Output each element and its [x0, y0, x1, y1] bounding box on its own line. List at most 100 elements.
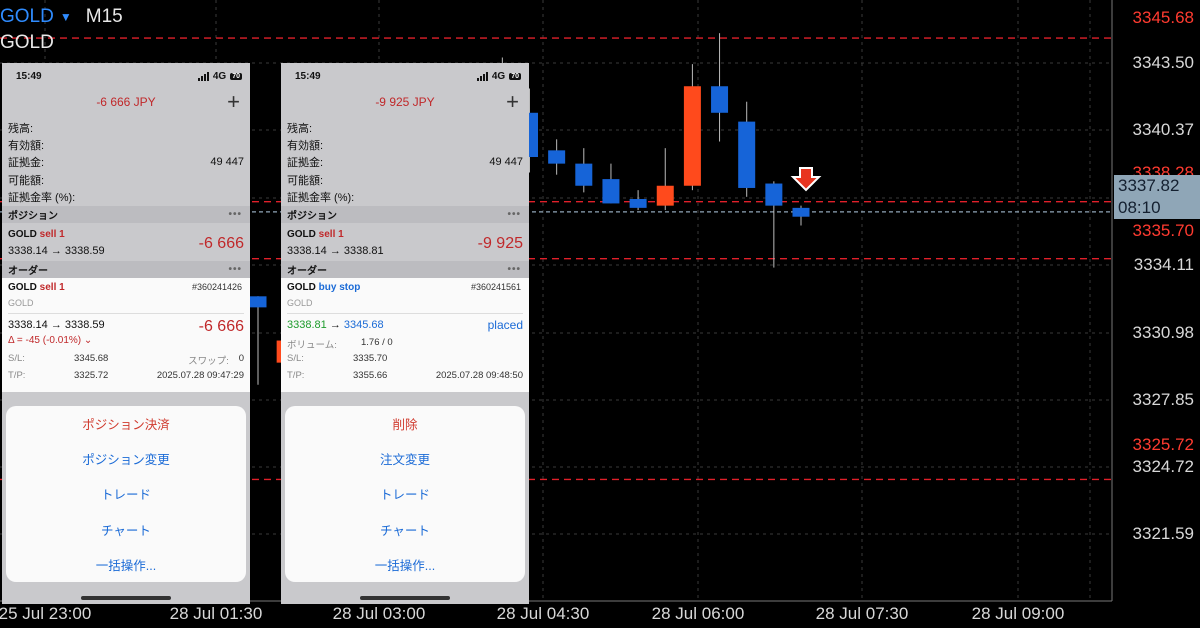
more-icon[interactable]: •••	[507, 209, 521, 220]
action-sheet: ポジション決済 ポジション変更 トレード チャート 一括操作...	[6, 406, 246, 582]
open-price: 3338.14	[8, 318, 48, 331]
bar-countdown: 08:10	[1114, 197, 1200, 219]
margin-value: 49 447	[489, 156, 523, 169]
position-symbol: GOLD	[287, 228, 316, 240]
time-axis-label: 28 Jul 07:30	[815, 604, 909, 623]
phone-screenshot-order: 15:49 4G 70 -9 925 JPY + 残高: 有効額: 証拠金: 49…	[281, 63, 529, 604]
position-prices: 3338.14 → 3338.81	[287, 244, 384, 257]
open-price: 3338.81	[287, 318, 327, 331]
arrow-icon: →	[329, 318, 341, 331]
card-symbol: GOLD	[8, 281, 37, 293]
modify-position-button[interactable]: ポジション変更	[6, 441, 246, 476]
more-icon[interactable]: •••	[507, 264, 521, 275]
card-symbol: GOLD	[287, 281, 316, 293]
price-axis-label: 3327.85	[1132, 390, 1194, 409]
candle-body	[792, 207, 810, 217]
swap-label: スワップ:	[188, 355, 229, 367]
position-side: sell 1	[318, 228, 344, 240]
floating-pl: -9 925 JPY	[375, 95, 435, 109]
add-order-button[interactable]: +	[227, 89, 240, 115]
equity-label: 有効額:	[8, 140, 45, 153]
timeframe-label[interactable]: M15	[86, 6, 123, 28]
symbol-selector[interactable]: GOLD ▼ M15	[0, 6, 123, 28]
margin-label: 証拠金:	[287, 157, 324, 170]
account-summary: 残高: 有効額: 証拠金: 49 447 可能額: 証拠金率 (%):	[281, 119, 529, 206]
price-axis-label: 3343.50	[1132, 53, 1194, 72]
order-status: placed	[487, 317, 523, 332]
position-pl: -9 925	[477, 234, 523, 252]
candle-body	[575, 163, 593, 186]
order-time: 2025.07.28 09:48:50	[435, 369, 523, 381]
delta-toggle[interactable]: Δ = -45 (-0.01%) ⌄	[8, 335, 244, 346]
order-detail-card[interactable]: GOLD buy stop #360241561 GOLD 3338.81 → …	[281, 277, 529, 392]
margin-level-label: 証拠金率 (%):	[8, 192, 76, 205]
symbol-name[interactable]: GOLD	[0, 6, 54, 28]
add-order-button[interactable]: +	[506, 89, 519, 115]
position-prices: 3338.14 → 3338.59	[8, 244, 105, 257]
margin-label: 証拠金:	[8, 157, 45, 170]
network-label: 4G	[491, 70, 506, 82]
battery-icon: 70	[230, 72, 242, 80]
time-axis-label: 28 Jul 04:30	[496, 604, 590, 623]
ticket-number: #360241426	[191, 281, 242, 292]
position-row[interactable]: GOLD sell 1 3338.14 → 3338.59 -6 666	[2, 223, 250, 261]
orders-header: オーダー •••	[281, 260, 529, 278]
sl-level-label: 3345.68	[1132, 8, 1194, 27]
signal-icon	[476, 71, 488, 81]
time-axis-label: 28 Jul 01:30	[169, 604, 263, 623]
tp-value: 3355.66	[353, 369, 388, 381]
battery-icon: 70	[509, 72, 521, 80]
more-icon[interactable]: •••	[228, 209, 242, 220]
position-row[interactable]: GOLD sell 1 3338.14 → 3338.81 -9 925	[281, 223, 529, 261]
sell-arrow-icon	[790, 166, 822, 192]
chart-button[interactable]: チャート	[285, 512, 525, 547]
order-price: 3345.68	[343, 318, 384, 331]
positions-title: ポジション	[287, 210, 337, 222]
bulk-operations-button[interactable]: 一括操作...	[285, 547, 525, 582]
candle-body	[683, 86, 701, 186]
margin-level-label: 証拠金率 (%):	[287, 192, 355, 205]
bulk-operations-button[interactable]: 一括操作...	[6, 547, 246, 582]
sl-label: S/L:	[287, 352, 304, 364]
time-axis-label: 28 Jul 09:00	[971, 604, 1065, 623]
positions-header: ポジション •••	[281, 205, 529, 223]
price-axis-label: 3321.59	[1132, 524, 1194, 543]
sl-value: 3335.70	[353, 352, 388, 364]
position-symbol: GOLD	[8, 228, 37, 240]
tp-label: T/P:	[8, 369, 26, 381]
trade-button[interactable]: トレード	[6, 476, 246, 511]
position-detail-card[interactable]: GOLD sell 1 #360241426 GOLD 3338.14 → 33…	[2, 277, 250, 392]
signal-icon	[197, 71, 209, 81]
more-icon[interactable]: •••	[228, 264, 242, 275]
time-axis-label: 25 Jul 23:00	[0, 604, 92, 623]
volume-value: 1.76 / 0	[361, 336, 393, 348]
tp-label: T/P:	[287, 369, 305, 381]
chevron-down-icon[interactable]: ▼	[60, 10, 72, 24]
home-indicator	[360, 596, 450, 600]
chart-button[interactable]: チャート	[6, 512, 246, 547]
current-price: 3338.59	[64, 318, 105, 331]
status-bar: 15:49 4G 70	[281, 63, 529, 89]
ticket-number: #360241561	[470, 281, 521, 292]
candle-body	[711, 86, 729, 113]
card-pl: -6 666	[198, 317, 244, 335]
balance-label: 残高:	[287, 122, 313, 135]
balance-label: 残高:	[8, 122, 34, 135]
candle-body	[765, 183, 783, 206]
phone-screenshot-position: 15:49 4G 70 -6 666 JPY + 残高: 有効額: 証拠金: 49…	[2, 63, 250, 604]
swap-value: 0	[238, 352, 244, 364]
candle-body	[548, 150, 566, 164]
close-position-button[interactable]: ポジション決済	[6, 406, 246, 441]
candle-body	[602, 179, 620, 204]
equity-label: 有効額:	[287, 140, 324, 153]
price-axis-label: 3330.98	[1132, 323, 1194, 342]
trade-button[interactable]: トレード	[285, 476, 525, 511]
modify-order-button[interactable]: 注文変更	[285, 441, 525, 476]
time-axis-label: 28 Jul 03:00	[332, 604, 426, 623]
open-time: 2025.07.28 09:47:29	[156, 369, 244, 381]
volume-label: ボリューム:	[287, 339, 337, 351]
account-summary: 残高: 有効額: 証拠金: 49 447 可能額: 証拠金率 (%):	[2, 119, 250, 206]
free-margin-label: 可能額:	[8, 174, 45, 187]
network-label: 4G	[212, 70, 227, 82]
delete-order-button[interactable]: 削除	[285, 406, 525, 441]
